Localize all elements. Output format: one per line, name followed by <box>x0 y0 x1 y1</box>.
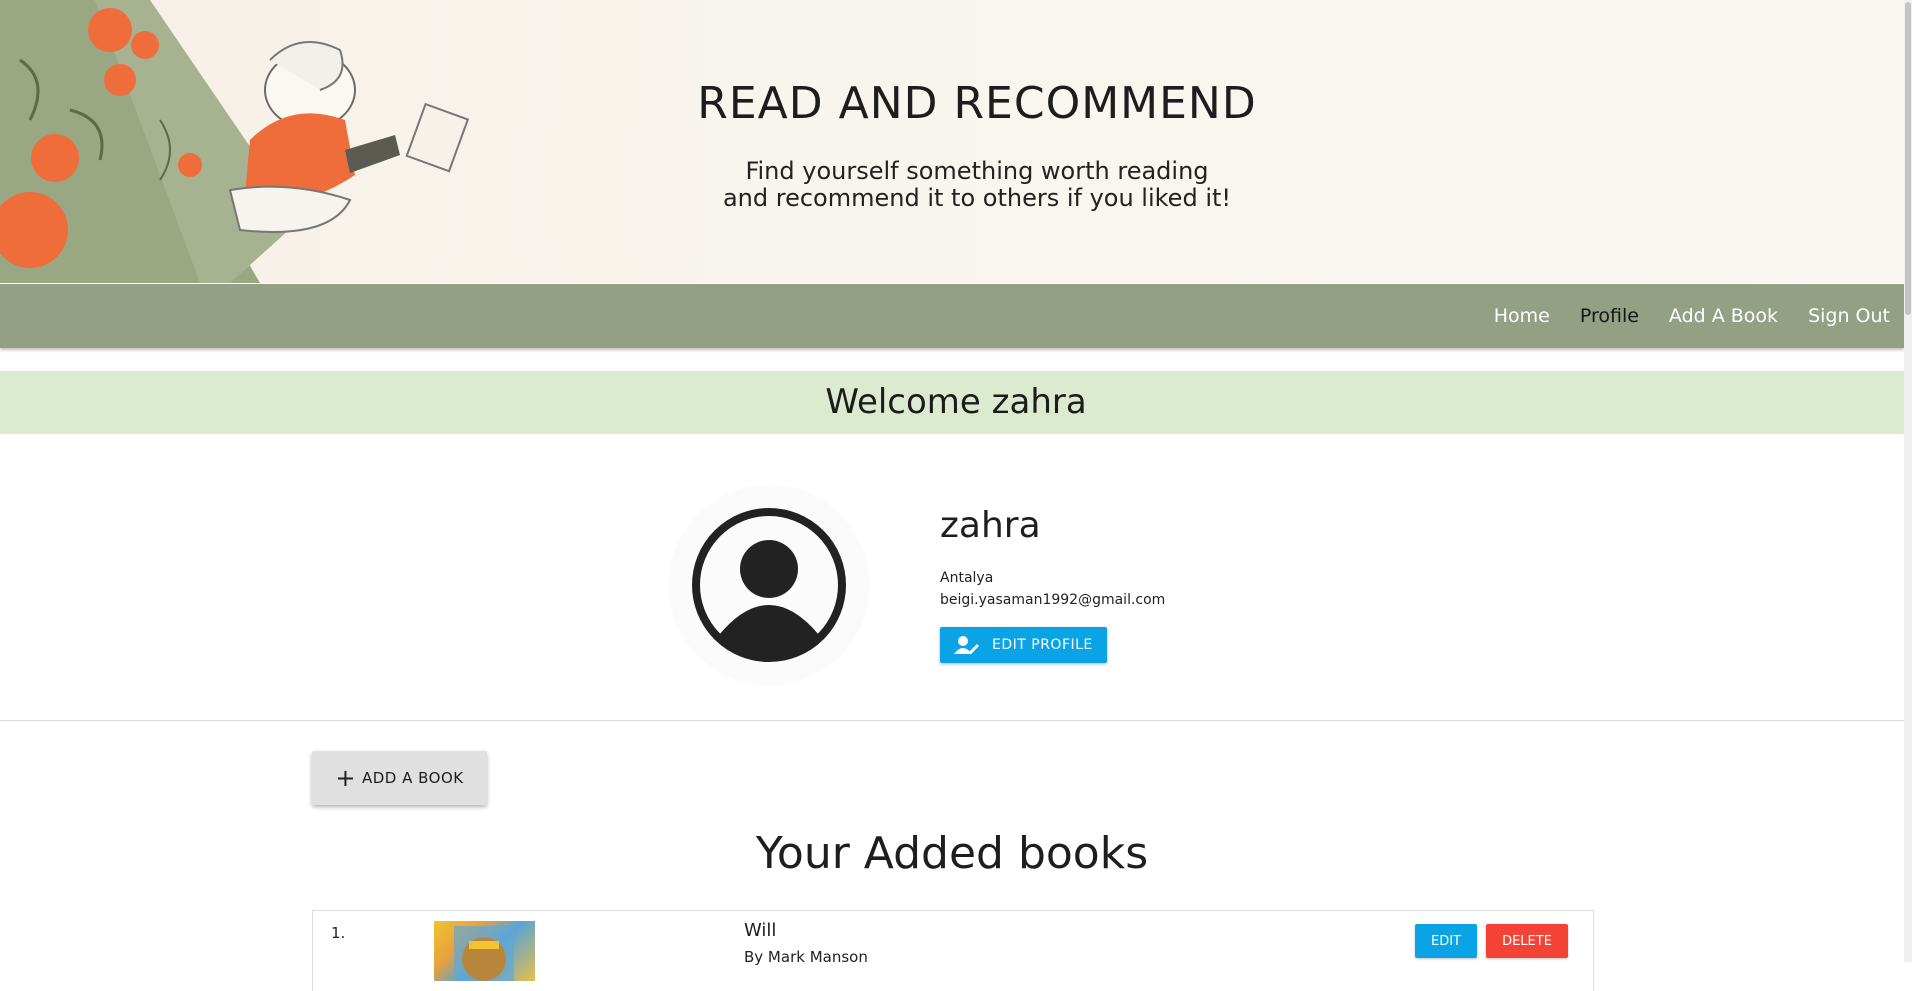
add-book-label: ADD A BOOK <box>361 769 464 787</box>
subtitle-line-2: and recommend it to others if you liked … <box>722 184 1232 212</box>
nav-links: Home Profile Add A Book Sign Out <box>1464 284 1890 348</box>
edit-profile-button[interactable]: EDIT PROFILE <box>940 627 1107 663</box>
site-subtitle: Find yourself something worth reading an… <box>0 158 1904 212</box>
page-scrollbar[interactable] <box>1904 0 1912 962</box>
site-title: READ AND RECOMMEND <box>697 78 1257 129</box>
welcome-banner: Welcome zahra <box>0 371 1912 434</box>
added-books-title: Your Added books <box>755 828 1149 879</box>
plus-icon: + <box>335 764 356 792</box>
book-title[interactable]: Will <box>744 920 776 941</box>
add-book-button[interactable]: + ADD A BOOK <box>312 751 487 805</box>
nav-home[interactable]: Home <box>1494 305 1550 327</box>
profile-email: beigi.yasaman1992@gmail.com <box>940 592 1166 608</box>
scrollbar-thumb[interactable] <box>1905 2 1911 315</box>
profile-city: Antalya <box>940 570 994 586</box>
navbar: Home Profile Add A Book Sign Out <box>0 284 1904 348</box>
subtitle-line-1: Find yourself something worth reading <box>745 157 1209 185</box>
user-edit-icon <box>954 635 980 655</box>
book-index: 1. <box>331 924 346 942</box>
reading-girl-illustration <box>0 0 470 283</box>
delete-book-button[interactable]: DELETE <box>1486 924 1568 958</box>
profile-name: zahra <box>940 505 1041 546</box>
edit-profile-label: EDIT PROFILE <box>992 637 1093 653</box>
book-cover-image <box>434 921 535 981</box>
book-author: By Mark Manson <box>744 948 868 966</box>
nav-add-book[interactable]: Add A Book <box>1669 305 1778 327</box>
header-banner: READ AND RECOMMEND Find yourself somethi… <box>0 0 1904 283</box>
section-divider <box>0 720 1904 721</box>
user-avatar-icon <box>692 508 846 662</box>
avatar <box>671 487 867 683</box>
book-list: 1. Will By Mark Manson EDIT DELETE <box>312 910 1594 991</box>
nav-profile[interactable]: Profile <box>1580 305 1639 327</box>
edit-book-button[interactable]: EDIT <box>1415 924 1477 958</box>
nav-sign-out[interactable]: Sign Out <box>1808 305 1890 327</box>
